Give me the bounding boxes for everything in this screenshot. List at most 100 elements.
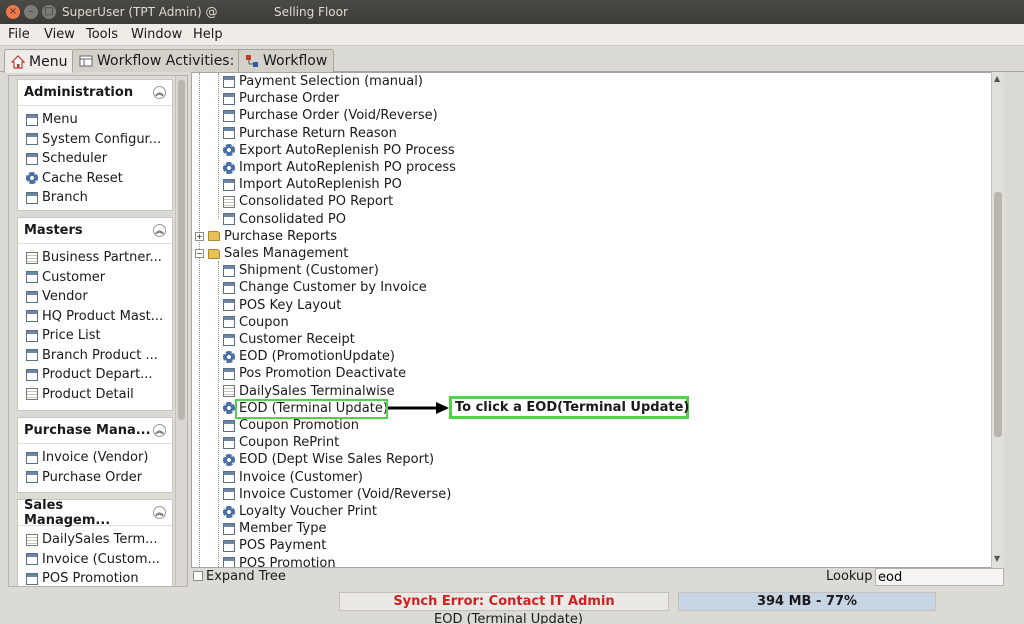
- scroll-up-icon[interactable]: ▲: [994, 74, 1000, 83]
- tree-item-consolidated-po-report[interactable]: Consolidated PO Report: [223, 193, 393, 210]
- gear-icon: [223, 350, 235, 363]
- collapse-icon[interactable]: ︽: [153, 506, 166, 519]
- tree-item-label: Export AutoReplenish PO Process: [239, 142, 455, 158]
- tree-scrollbar[interactable]: ▲ ▼: [991, 72, 1004, 568]
- menu-tools[interactable]: Tools: [86, 27, 118, 42]
- sidebar-scrollbar-thumb[interactable]: [178, 80, 185, 420]
- menu-view[interactable]: View: [44, 27, 75, 42]
- scroll-down-icon[interactable]: ▼: [994, 554, 1000, 563]
- sidebar-item-price-list[interactable]: Price List: [18, 326, 172, 346]
- sidebar-item-scheduler[interactable]: Scheduler: [18, 149, 172, 169]
- maximize-window-button[interactable]: □: [42, 5, 56, 19]
- tree-item-sales-management[interactable]: − Sales Management: [195, 245, 348, 262]
- status-bar: Synch Error: Contact IT Admin 394 MB - 7…: [0, 590, 1024, 612]
- sidebar-section-header[interactable]: Purchase Mana... ︽: [18, 418, 172, 444]
- sidebar-section-title: Sales Managem...: [24, 497, 111, 528]
- gear-icon: [223, 505, 235, 518]
- tree-item-pos-payment[interactable]: POS Payment: [223, 537, 326, 554]
- folder-icon: [208, 231, 220, 242]
- sidebar-item-branch[interactable]: Branch: [18, 188, 172, 208]
- tree-item-purchase-reports[interactable]: + Purchase Reports: [195, 228, 337, 245]
- window-icon: [26, 271, 38, 284]
- tree-item-eod-promotionupdate[interactable]: EOD (PromotionUpdate): [223, 348, 395, 365]
- tree-item-pos-promotion[interactable]: POS Promotion: [223, 555, 336, 567]
- sidebar-scrollbar[interactable]: [175, 76, 187, 586]
- tree-item-pos-key-layout[interactable]: POS Key Layout: [223, 297, 341, 314]
- sidebar-item-label: DailySales Term...: [42, 532, 158, 548]
- tree-item-invoice-customer[interactable]: Invoice (Customer): [223, 469, 363, 486]
- sidebar-item-cache-reset[interactable]: Cache Reset: [18, 169, 172, 189]
- tree-item-import-autoreplenish-po-process[interactable]: Import AutoReplenish PO process: [223, 159, 456, 176]
- tab-workflow-activities[interactable]: Workflow Activities: 0: [72, 49, 255, 72]
- sidebar-item-branch-product[interactable]: Branch Product ...: [18, 346, 172, 366]
- window-icon: [223, 75, 235, 88]
- tree-item-dailysales-terminalwise[interactable]: DailySales Terminalwise: [223, 383, 395, 400]
- tree-item-label: Purchase Order (Void/Reverse): [239, 108, 438, 124]
- tree-item-invoice-customer-void-reverse[interactable]: Invoice Customer (Void/Reverse): [223, 486, 451, 503]
- sidebar-item-business-partner[interactable]: Business Partner...: [18, 248, 172, 268]
- sidebar-item-label: Branch Product ...: [42, 347, 158, 363]
- collapse-icon[interactable]: ︽: [153, 424, 166, 437]
- tree-item-label: Purchase Reports: [224, 228, 338, 244]
- sidebar-section-header[interactable]: Sales Managem... ︽: [18, 497, 172, 528]
- collapse-icon[interactable]: ︽: [153, 86, 166, 99]
- tree-item-coupon[interactable]: Coupon: [223, 314, 289, 331]
- tree-item-import-autoreplenish-po[interactable]: Import AutoReplenish PO: [223, 176, 402, 193]
- tree-item-member-type[interactable]: Member Type: [223, 520, 326, 537]
- expand-tree-checkbox[interactable]: [193, 571, 203, 581]
- sidebar-item-dailysales-term[interactable]: DailySales Term...: [18, 530, 172, 550]
- tree-item-shipment-customer[interactable]: Shipment (Customer): [223, 262, 379, 279]
- tab-menu[interactable]: Menu: [4, 49, 75, 73]
- collapse-icon[interactable]: −: [195, 249, 204, 258]
- sidebar-item-system-configur[interactable]: System Configur...: [18, 130, 172, 150]
- sidebar-item-label: Menu: [42, 112, 78, 128]
- memory-usage-status[interactable]: 394 MB - 77%: [678, 592, 936, 611]
- tree-item-coupon-promotion[interactable]: Coupon Promotion: [223, 417, 359, 434]
- tree-item-eod-dept-wise-sales-report[interactable]: EOD (Dept Wise Sales Report): [223, 451, 434, 468]
- sidebar-item-label: Branch: [42, 190, 88, 206]
- window-icon: [223, 522, 235, 535]
- tree-item-payment-selection-manual[interactable]: Payment Selection (manual): [223, 73, 423, 90]
- tree-guide-line: [218, 261, 219, 567]
- menu-window[interactable]: Window: [131, 27, 182, 42]
- sidebar-item-customer[interactable]: Customer: [18, 268, 172, 288]
- window-icon: [223, 316, 235, 329]
- tree-item-consolidated-po[interactable]: Consolidated PO: [223, 211, 346, 228]
- tree-item-purchase-order[interactable]: Purchase Order: [223, 90, 339, 107]
- tree-item-loyalty-voucher-print[interactable]: Loyalty Voucher Print: [223, 503, 377, 520]
- lookup-input[interactable]: [875, 568, 1004, 586]
- tree-item-label: Purchase Return Reason: [239, 125, 397, 141]
- sidebar-item-vendor[interactable]: Vendor: [18, 287, 172, 307]
- tree-scrollbar-thumb[interactable]: [994, 192, 1002, 437]
- tree-item-purchase-return-reason[interactable]: Purchase Return Reason: [223, 125, 397, 142]
- tree-item-purchase-order-void-reverse[interactable]: Purchase Order (Void/Reverse): [223, 107, 438, 124]
- sidebar-item-hq-product-mast[interactable]: HQ Product Mast...: [18, 307, 172, 327]
- tree-item-pos-promotion-deactivate[interactable]: Pos Promotion Deactivate: [223, 365, 406, 382]
- sidebar-item-invoice-vendor[interactable]: Invoice (Vendor): [18, 448, 172, 468]
- gear-icon: [223, 402, 235, 415]
- tree-item-export-autoreplenish-po-process[interactable]: Export AutoReplenish PO Process: [223, 142, 455, 159]
- sidebar-section-header[interactable]: Masters ︽: [18, 218, 172, 244]
- tree-item-change-customer-by-invoice[interactable]: Change Customer by Invoice: [223, 279, 427, 296]
- sidebar-section-header[interactable]: Administration ︽: [18, 80, 172, 106]
- expand-tree-label[interactable]: Expand Tree: [206, 569, 286, 584]
- collapse-icon[interactable]: ︽: [153, 224, 166, 237]
- sidebar-item-purchase-order[interactable]: Purchase Order: [18, 468, 172, 488]
- tree-item-label: Import AutoReplenish PO process: [239, 160, 456, 175]
- menu-file[interactable]: File: [8, 27, 30, 42]
- expand-icon[interactable]: +: [195, 231, 204, 241]
- sidebar-item-product-depart[interactable]: Product Depart...: [18, 365, 172, 385]
- sidebar-item-pos-promotion[interactable]: POS Promotion: [18, 569, 172, 586]
- tree-item-customer-receipt[interactable]: Customer Receipt: [223, 331, 355, 348]
- sidebar-item-product-detail[interactable]: Product Detail: [18, 385, 172, 405]
- tree-item-coupon-reprint[interactable]: Coupon RePrint: [223, 434, 339, 451]
- close-window-button[interactable]: ×: [6, 5, 20, 19]
- tab-workflow[interactable]: Workflow: [238, 49, 335, 72]
- tree-item-label: Payment Selection (manual): [239, 74, 423, 89]
- sidebar-item-invoice-custom[interactable]: Invoice (Custom...: [18, 550, 172, 570]
- selected-item-label: EOD (Terminal Update): [434, 612, 583, 624]
- minimize-window-button[interactable]: –: [24, 5, 38, 19]
- menu-help[interactable]: Help: [193, 27, 223, 42]
- sidebar-item-menu[interactable]: Menu: [18, 110, 172, 130]
- window-icon: [26, 471, 38, 484]
